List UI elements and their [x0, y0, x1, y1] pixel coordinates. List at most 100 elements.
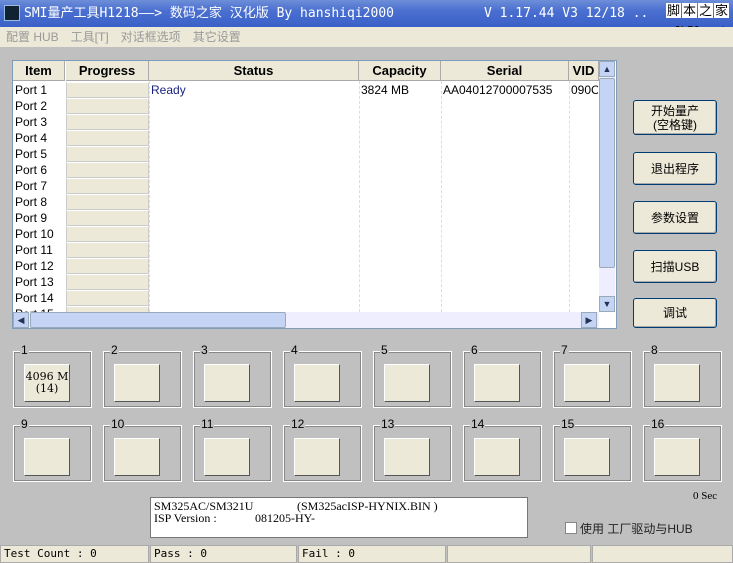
table-row[interactable]: Port 7 — [13, 178, 599, 194]
scroll-down-icon[interactable]: ▼ — [599, 296, 615, 312]
cell-item: Port 8 — [15, 195, 48, 209]
cell-serial — [443, 162, 568, 178]
port-button[interactable] — [294, 364, 340, 402]
timer-text: 0 Sec — [693, 490, 718, 502]
scroll-up-icon[interactable]: ▲ — [599, 61, 615, 77]
cell-vid — [571, 114, 598, 130]
port-button[interactable] — [204, 364, 250, 402]
port-button[interactable]: 4096 M (14) — [24, 364, 70, 402]
table-row[interactable]: Port 13 — [13, 274, 599, 290]
column-header-progress[interactable]: Progress — [66, 61, 149, 81]
port-button[interactable] — [384, 364, 430, 402]
cell-vid — [571, 194, 598, 210]
progress-bar — [66, 290, 149, 306]
port-group-2: 2 — [103, 344, 182, 408]
progress-bar — [66, 258, 149, 274]
cell-status — [151, 290, 358, 306]
horizontal-scrollbar[interactable]: ◀ ▶ — [13, 312, 599, 328]
info-box: SM325AC/SM321U (SM325acISP-HYNIX.BIN ) IS… — [150, 497, 528, 538]
port-button[interactable] — [654, 438, 700, 476]
vertical-scrollbar[interactable]: ▲ ▼ — [599, 61, 615, 312]
cell-item: Port 3 — [15, 115, 48, 129]
cell-item: Port 5 — [15, 147, 48, 161]
port-label: 11 — [200, 417, 215, 431]
port-button[interactable] — [204, 438, 250, 476]
port-group-1: 1 4096 M (14) — [13, 344, 92, 408]
column-header-serial[interactable]: Serial — [441, 61, 569, 81]
cell-capacity — [361, 210, 440, 226]
debug-button[interactable]: 调试 — [633, 298, 717, 328]
vertical-scroll-thumb[interactable] — [599, 78, 615, 268]
menu-tools[interactable]: 工具[T] — [71, 30, 109, 44]
table-row[interactable]: Port 12 — [13, 258, 599, 274]
scroll-left-icon[interactable]: ◀ — [13, 312, 29, 328]
cell-serial: AA04012700007535 — [443, 83, 553, 97]
cell-serial — [443, 210, 568, 226]
cell-item: Port 9 — [15, 211, 48, 225]
port-label: 10 — [110, 417, 126, 431]
port-group-16: 16 — [643, 418, 722, 482]
table-row[interactable]: Port 1 Ready 3824 MB AA04012700007535 090C — [13, 82, 599, 98]
port-button[interactable] — [474, 364, 520, 402]
column-header-status[interactable]: Status — [149, 61, 359, 81]
cell-serial — [443, 258, 568, 274]
port-button[interactable] — [384, 438, 430, 476]
port-button[interactable] — [474, 438, 520, 476]
cell-capacity — [361, 242, 440, 258]
exit-button[interactable]: 退出程序 — [633, 152, 717, 185]
cell-status — [151, 146, 358, 162]
table-row[interactable]: Port 10 — [13, 226, 599, 242]
status-fail: Fail : 0 — [298, 545, 446, 563]
start-button[interactable]: 开始量产 (空格键) — [633, 100, 717, 135]
progress-bar — [66, 114, 149, 130]
table-row[interactable]: Port 2 — [13, 98, 599, 114]
horizontal-scroll-thumb[interactable] — [30, 312, 286, 328]
table-row[interactable]: Port 8 — [13, 194, 599, 210]
port-button[interactable] — [114, 364, 160, 402]
port-label: 15 — [560, 417, 576, 431]
cell-serial — [443, 146, 568, 162]
table-row[interactable]: Port 11 — [13, 242, 599, 258]
column-header-capacity[interactable]: Capacity — [359, 61, 441, 81]
port-label: 6 — [470, 343, 479, 357]
port-group-11: 11 — [193, 418, 272, 482]
cell-serial — [443, 130, 568, 146]
port-button[interactable] — [564, 438, 610, 476]
column-header-item[interactable]: Item — [13, 61, 65, 81]
port-button[interactable] — [294, 438, 340, 476]
cell-serial — [443, 290, 568, 306]
table-row[interactable]: Port 5 — [13, 146, 599, 162]
cell-item: Port 6 — [15, 163, 48, 177]
port-button[interactable] — [24, 438, 70, 476]
column-header-vid[interactable]: VID — [569, 61, 599, 81]
port-group-12: 12 — [283, 418, 362, 482]
port-button[interactable] — [564, 364, 610, 402]
cell-vid — [571, 242, 598, 258]
cell-item: Port 14 — [15, 291, 54, 305]
table-row[interactable]: Port 4 — [13, 130, 599, 146]
menu-config-hub[interactable]: 配置 HUB — [6, 30, 59, 44]
cell-capacity — [361, 98, 440, 114]
cell-status — [151, 210, 358, 226]
cell-capacity — [361, 194, 440, 210]
port-label: 2 — [110, 343, 119, 357]
cell-item: Port 12 — [15, 259, 54, 273]
table-row[interactable]: Port 6 — [13, 162, 599, 178]
port-label: 3 — [200, 343, 209, 357]
port-label: 14 — [470, 417, 486, 431]
port-group-13: 13 — [373, 418, 452, 482]
port-button[interactable] — [114, 438, 160, 476]
cell-status: Ready — [151, 83, 186, 97]
scan-usb-button[interactable]: 扫描USB — [633, 250, 717, 283]
table-row[interactable]: Port 9 — [13, 210, 599, 226]
menu-dialog-options[interactable]: 对话框选项 — [121, 30, 181, 44]
table-row[interactable]: Port 14 — [13, 290, 599, 306]
menu-other-settings[interactable]: 其它设置 — [193, 30, 241, 44]
table-row[interactable]: Port 3 — [13, 114, 599, 130]
cell-capacity — [361, 226, 440, 242]
status-pass: Pass : 0 — [150, 545, 297, 563]
factory-driver-checkbox[interactable] — [565, 522, 577, 534]
settings-button[interactable]: 参数设置 — [633, 201, 717, 234]
port-button[interactable] — [654, 364, 700, 402]
scroll-right-icon[interactable]: ▶ — [581, 312, 597, 328]
